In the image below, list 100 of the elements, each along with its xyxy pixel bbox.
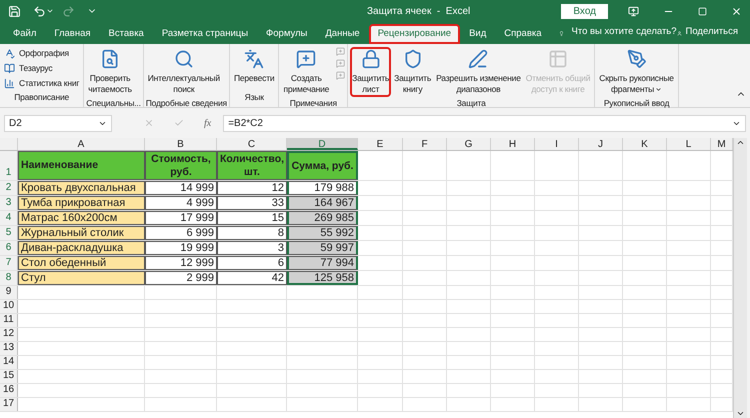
table-cell[interactable]: 164 967 <box>287 196 358 210</box>
row-header[interactable]: 13 <box>0 342 18 355</box>
scroll-up-icon[interactable] <box>736 138 745 147</box>
column-header[interactable]: L <box>667 138 711 150</box>
row-header[interactable]: 3 <box>0 196 18 210</box>
table-cell[interactable]: Диван-раскладушка <box>18 241 145 255</box>
row-header[interactable]: 5 <box>0 226 18 240</box>
table-cell[interactable]: 8 <box>217 226 287 240</box>
formula-field[interactable]: =B2*C2 <box>223 114 746 132</box>
table-cell[interactable]: 269 985 <box>287 211 358 225</box>
table-cell[interactable]: Сумма, руб. <box>287 151 358 180</box>
table-cell[interactable]: Стол обеденный <box>18 256 145 270</box>
ribbon-button[interactable]: Тезаурус <box>2 61 82 75</box>
lightbulb-icon <box>558 28 564 39</box>
column-header[interactable]: I <box>535 138 579 150</box>
ribbon-button[interactable]: Разрешить изменение диапазонов <box>434 47 523 97</box>
column-header[interactable]: G <box>447 138 491 150</box>
ribbon-tab[interactable]: Формулы <box>257 24 316 44</box>
column-header[interactable]: D <box>287 138 358 150</box>
row-header[interactable]: 16 <box>0 384 18 397</box>
table-cell[interactable]: 125 958 <box>287 271 358 285</box>
table-cell[interactable]: Количество, шт. <box>217 151 287 180</box>
caret-icon[interactable] <box>46 7 54 15</box>
ribbon-tab[interactable]: Вид <box>460 24 496 44</box>
cancel-icon <box>144 118 154 128</box>
table-cell[interactable]: 2 999 <box>145 271 217 285</box>
pen-icon <box>468 49 488 69</box>
column-header[interactable]: F <box>403 138 447 150</box>
table-cell[interactable]: 59 997 <box>287 241 358 255</box>
share-button[interactable]: Поделиться <box>686 24 738 39</box>
row-header[interactable]: 8 <box>0 271 18 285</box>
table-cell[interactable]: 12 999 <box>145 256 217 270</box>
ribbon-button[interactable]: Создать примечание <box>281 47 332 97</box>
tell-me-field[interactable]: Что вы хотите сделать? <box>572 24 677 39</box>
table-cell[interactable]: 19 999 <box>145 241 217 255</box>
row-header[interactable]: 14 <box>0 356 18 369</box>
table-cell[interactable]: 179 988 <box>287 181 358 195</box>
table-cell[interactable]: 17 999 <box>145 211 217 225</box>
row-header[interactable]: 11 <box>0 314 18 327</box>
ribbon-button[interactable]: Статистика книг <box>2 76 82 90</box>
function-icon[interactable]: fx <box>204 116 212 130</box>
save-icon[interactable] <box>8 4 21 18</box>
table-cell[interactable]: 6 <box>217 256 287 270</box>
table-cell[interactable]: 15 <box>217 211 287 225</box>
row-header[interactable]: 9 <box>0 286 18 299</box>
table-cell[interactable]: 33 <box>217 196 287 210</box>
ribbon-tab[interactable]: Файл <box>4 24 46 44</box>
table-cell[interactable]: 55 992 <box>287 226 358 240</box>
row-header[interactable]: 7 <box>0 256 18 270</box>
row-header[interactable]: 2 <box>0 181 18 195</box>
table-cell[interactable]: Журнальный столик <box>18 226 145 240</box>
column-header[interactable]: K <box>623 138 667 150</box>
row-header[interactable]: 4 <box>0 211 18 225</box>
ribbon-button[interactable]: Интеллектуальный поиск <box>146 47 222 97</box>
column-header[interactable]: E <box>358 138 403 150</box>
table-cell[interactable]: 12 <box>217 181 287 195</box>
table-cell[interactable]: 42 <box>217 271 287 285</box>
table-cell[interactable]: 14 999 <box>145 181 217 195</box>
scrollbar[interactable] <box>733 138 747 418</box>
row-header[interactable]: 10 <box>0 300 18 313</box>
row-header[interactable]: 6 <box>0 241 18 255</box>
ribbon-button[interactable]: Защитить лист <box>350 47 392 97</box>
maximize-icon[interactable] <box>698 6 707 16</box>
ribbon-button[interactable]: Перевести <box>232 47 276 86</box>
table-cell[interactable]: Стул <box>18 271 145 285</box>
table-cell[interactable]: 6 999 <box>145 226 217 240</box>
table-cell[interactable]: 4 999 <box>145 196 217 210</box>
ribbon-display-icon[interactable] <box>628 6 639 16</box>
table-cell[interactable]: 77 994 <box>287 256 358 270</box>
ribbon-tab[interactable]: Разметка страницы <box>152 24 258 44</box>
ribbon-button[interactable]: Проверить читаемость <box>86 47 134 97</box>
table-cell[interactable]: Кровать двухспальная <box>18 181 145 195</box>
column-header[interactable]: H <box>491 138 535 150</box>
table-cell[interactable]: Стоимость, руб. <box>145 151 217 180</box>
row-header[interactable]: 1 <box>0 151 18 180</box>
row-header[interactable]: 15 <box>0 370 18 383</box>
undo-icon[interactable] <box>33 4 46 18</box>
table-cell[interactable]: Матрас 160x200см <box>18 211 145 225</box>
table-cell[interactable]: 3 <box>217 241 287 255</box>
ribbon-tab[interactable]: Справка <box>495 24 551 44</box>
column-header[interactable]: B <box>145 138 217 150</box>
ribbon-tab[interactable]: Главная <box>45 24 100 44</box>
ribbon-tab[interactable]: Рецензирование <box>368 24 460 44</box>
ribbon-button[interactable]: Орфография <box>2 46 82 60</box>
table-cell[interactable]: Наименование <box>18 151 145 180</box>
column-header[interactable]: A <box>18 138 145 150</box>
table-cell[interactable]: Тумба прикроватная <box>18 196 145 210</box>
name-box[interactable]: D2 <box>4 114 112 132</box>
group-label: Язык <box>244 91 265 104</box>
ribbon-button[interactable]: Защитить книгу <box>392 47 434 97</box>
row-header[interactable]: 17 <box>0 398 18 411</box>
ribbon-tab[interactable]: Данные <box>316 24 369 44</box>
close-icon[interactable] <box>731 6 742 16</box>
column-header[interactable]: J <box>579 138 623 150</box>
row-header[interactable]: 12 <box>0 328 18 341</box>
group-label: Примечания <box>288 97 338 110</box>
ribbon-button[interactable]: Скрыть рукописные фрагменты <box>597 47 676 97</box>
ribbon-tab[interactable]: Вставка <box>100 24 153 44</box>
signin-button[interactable]: Вход <box>561 4 608 18</box>
scroll-down-icon[interactable] <box>736 409 745 418</box>
